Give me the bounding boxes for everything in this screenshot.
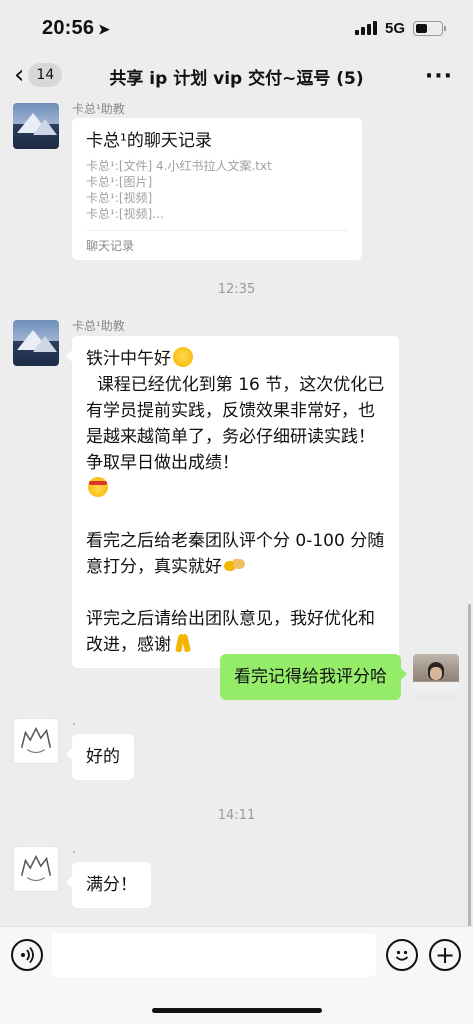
record-preview: 卡总¹:[文件] 4.小红书拉人文案.txt 卡总¹:[图片] 卡总¹:[视频]… bbox=[86, 158, 348, 222]
message-bubble[interactable]: 好的 bbox=[66, 734, 134, 780]
record-line: 卡总¹:[图片] bbox=[86, 175, 153, 189]
status-bar: 20:56 ➤ 5G bbox=[0, 0, 473, 56]
avatar[interactable] bbox=[413, 654, 459, 700]
message-bubble[interactable]: 满分！ bbox=[66, 862, 151, 908]
praying-hands-emoji-icon bbox=[173, 633, 193, 653]
scrollbar[interactable] bbox=[468, 604, 471, 926]
chat-area[interactable]: 卡总¹助教 卡总¹的聊天记录 卡总¹:[文件] 4.小红书拉人文案.txt 卡总… bbox=[0, 96, 473, 926]
record-line: 卡总¹:[视频] bbox=[86, 191, 153, 205]
home-indicator bbox=[152, 1008, 322, 1013]
message-text: 看完记得给我评分哈 bbox=[234, 667, 387, 687]
record-line: 卡总¹:[视频]... bbox=[86, 207, 164, 221]
message-text: 铁汁中午好 bbox=[86, 349, 171, 369]
clock-text: 20:56 bbox=[42, 16, 95, 39]
chat-title: 共享 ip 计划 vip 交付~逗号 (5) bbox=[109, 69, 364, 89]
message-text: 好的 bbox=[86, 747, 120, 767]
battery-level bbox=[416, 23, 427, 33]
voice-input-icon[interactable] bbox=[11, 939, 43, 971]
message-text: 课程已经优化到第 16 节，这次优化已有学员提前实践，反馈效果非常好，也是越来越… bbox=[86, 375, 385, 473]
plus-icon[interactable]: + bbox=[429, 939, 461, 971]
network-type: 5G bbox=[384, 19, 405, 37]
sender-name: 卡总¹助教 bbox=[72, 102, 125, 116]
record-footer: 聊天记录 bbox=[86, 230, 348, 260]
thinking-face-emoji-icon bbox=[173, 347, 193, 367]
sender-name: . bbox=[72, 714, 76, 728]
sender-name: 卡总¹助教 bbox=[72, 319, 125, 333]
emoji-icon[interactable] bbox=[386, 939, 418, 971]
cellular-signal-icon bbox=[354, 21, 377, 35]
message-input[interactable] bbox=[52, 933, 376, 977]
record-title: 卡总¹的聊天记录 bbox=[86, 131, 212, 151]
location-arrow-icon: ➤ bbox=[98, 20, 111, 37]
more-options-icon[interactable]: ··· bbox=[425, 64, 453, 89]
avatar[interactable] bbox=[13, 103, 59, 149]
status-indicators: 5G bbox=[354, 19, 446, 37]
sender-name: . bbox=[72, 842, 76, 856]
chat-record-card[interactable]: 卡总¹的聊天记录 卡总¹:[文件] 4.小红书拉人文案.txt 卡总¹:[图片]… bbox=[72, 118, 362, 260]
message-bubble[interactable]: 铁汁中午好 课程已经优化到第 16 节，这次优化已有学员提前实践，反馈效果非常好… bbox=[66, 336, 399, 668]
avatar[interactable] bbox=[13, 846, 59, 892]
battery-icon bbox=[413, 20, 446, 36]
timestamp: 12:35 bbox=[217, 282, 256, 297]
handshake-emoji-icon bbox=[224, 555, 248, 575]
ninja-face-emoji-icon bbox=[88, 477, 108, 497]
nav-bar: ‹ 14 共享 ip 计划 vip 交付~逗号 (5) ··· bbox=[0, 56, 473, 96]
message-text: 评完之后请给出团队意见，我好优化和改进，感谢 bbox=[86, 609, 375, 655]
message-text: 满分！ bbox=[86, 875, 137, 895]
status-time: 20:56 ➤ bbox=[42, 17, 110, 40]
timestamp: 14:11 bbox=[217, 808, 256, 823]
message-bubble[interactable]: 看完记得给我评分哈 bbox=[220, 654, 407, 700]
avatar[interactable] bbox=[13, 718, 59, 764]
avatar[interactable] bbox=[13, 320, 59, 366]
record-line: 卡总¹:[文件] 4.小红书拉人文案.txt bbox=[86, 159, 272, 173]
